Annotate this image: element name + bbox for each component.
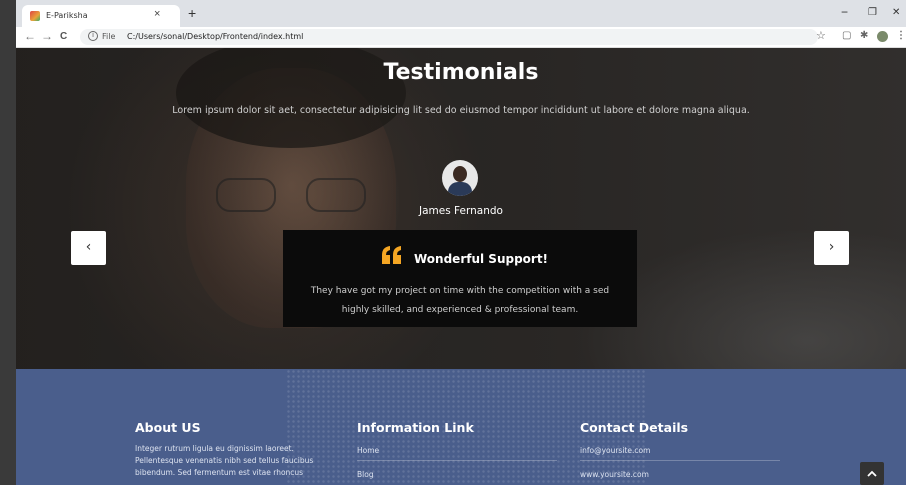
testimonial-heading: Wonderful Support!	[414, 252, 549, 266]
reviewer-name: James Fernando	[419, 205, 503, 217]
footer: About US Integer rutrum ligula eu dignis…	[16, 369, 906, 485]
address-bar[interactable]: i File C:/Users/sonal/Desktop/Frontend/i…	[80, 29, 818, 45]
bookmark-star-icon[interactable]: ☆	[816, 29, 826, 42]
minimize-button[interactable]: −	[841, 5, 848, 19]
contact-title: Contact Details	[580, 420, 689, 435]
avatar-head	[453, 166, 467, 182]
back-button[interactable]: ←	[24, 29, 36, 43]
close-window-button[interactable]: ✕	[892, 7, 900, 18]
links-title: Information Link	[357, 420, 474, 435]
url-scheme: File	[102, 32, 116, 41]
about-title: About US	[135, 420, 201, 435]
avatar-body	[448, 182, 472, 196]
left-strip	[0, 0, 16, 485]
extension-icon[interactable]: ▢	[842, 30, 851, 41]
contact-email[interactable]: info@yoursite.com	[580, 446, 650, 455]
browser-window: E-Pariksha × + − ❐ ✕ ← → C i File C:/Use…	[16, 0, 906, 485]
footer-link-blog[interactable]: Blog	[357, 470, 374, 479]
about-text: Integer rutrum ligula eu dignissim laore…	[135, 444, 314, 477]
prev-slide-button[interactable]: ‹	[71, 231, 106, 265]
section-subtitle: Lorem ipsum dolor sit aet, consectetur a…	[172, 105, 750, 116]
next-slide-button[interactable]: ›	[814, 231, 849, 265]
chevron-up-icon	[867, 470, 877, 477]
footer-link-home[interactable]: Home	[357, 446, 379, 455]
footer-link-divider	[357, 460, 557, 461]
profile-avatar-icon[interactable]	[877, 31, 888, 42]
scroll-to-top-button[interactable]	[860, 462, 884, 485]
testimonials-section: Testimonials Lorem ipsum dolor sit aet, …	[16, 48, 906, 369]
tab-e-pariksha[interactable]: E-Pariksha ×	[22, 5, 180, 27]
forward-button[interactable]: →	[41, 29, 53, 43]
tab-close-icon[interactable]: ×	[154, 8, 160, 20]
favicon-icon	[30, 11, 40, 21]
contact-divider	[580, 460, 780, 461]
puzzle-icon[interactable]: ✱	[860, 30, 868, 41]
testimonial-text: They have got my project on time with th…	[310, 286, 610, 315]
section-title: Testimonials	[383, 60, 539, 85]
url-text: C:/Users/sonal/Desktop/Frontend/index.ht…	[127, 32, 304, 41]
tab-bar: E-Pariksha × + − ❐ ✕	[16, 0, 906, 27]
restore-button[interactable]: ❐	[868, 7, 877, 18]
tab-title: E-Pariksha	[46, 11, 88, 20]
toolbar: ← → C i File C:/Users/sonal/Desktop/Fron…	[16, 27, 906, 48]
info-icon[interactable]: i	[88, 31, 98, 41]
reload-button[interactable]: C	[60, 31, 67, 42]
contact-website[interactable]: www.yoursite.com	[580, 470, 649, 479]
new-tab-button[interactable]: +	[188, 5, 196, 21]
testimonial-card: Wonderful Support! They have got my proj…	[283, 230, 637, 327]
avatar	[442, 160, 478, 196]
menu-icon[interactable]: ⋮	[896, 30, 906, 41]
quote-icon	[382, 246, 401, 264]
